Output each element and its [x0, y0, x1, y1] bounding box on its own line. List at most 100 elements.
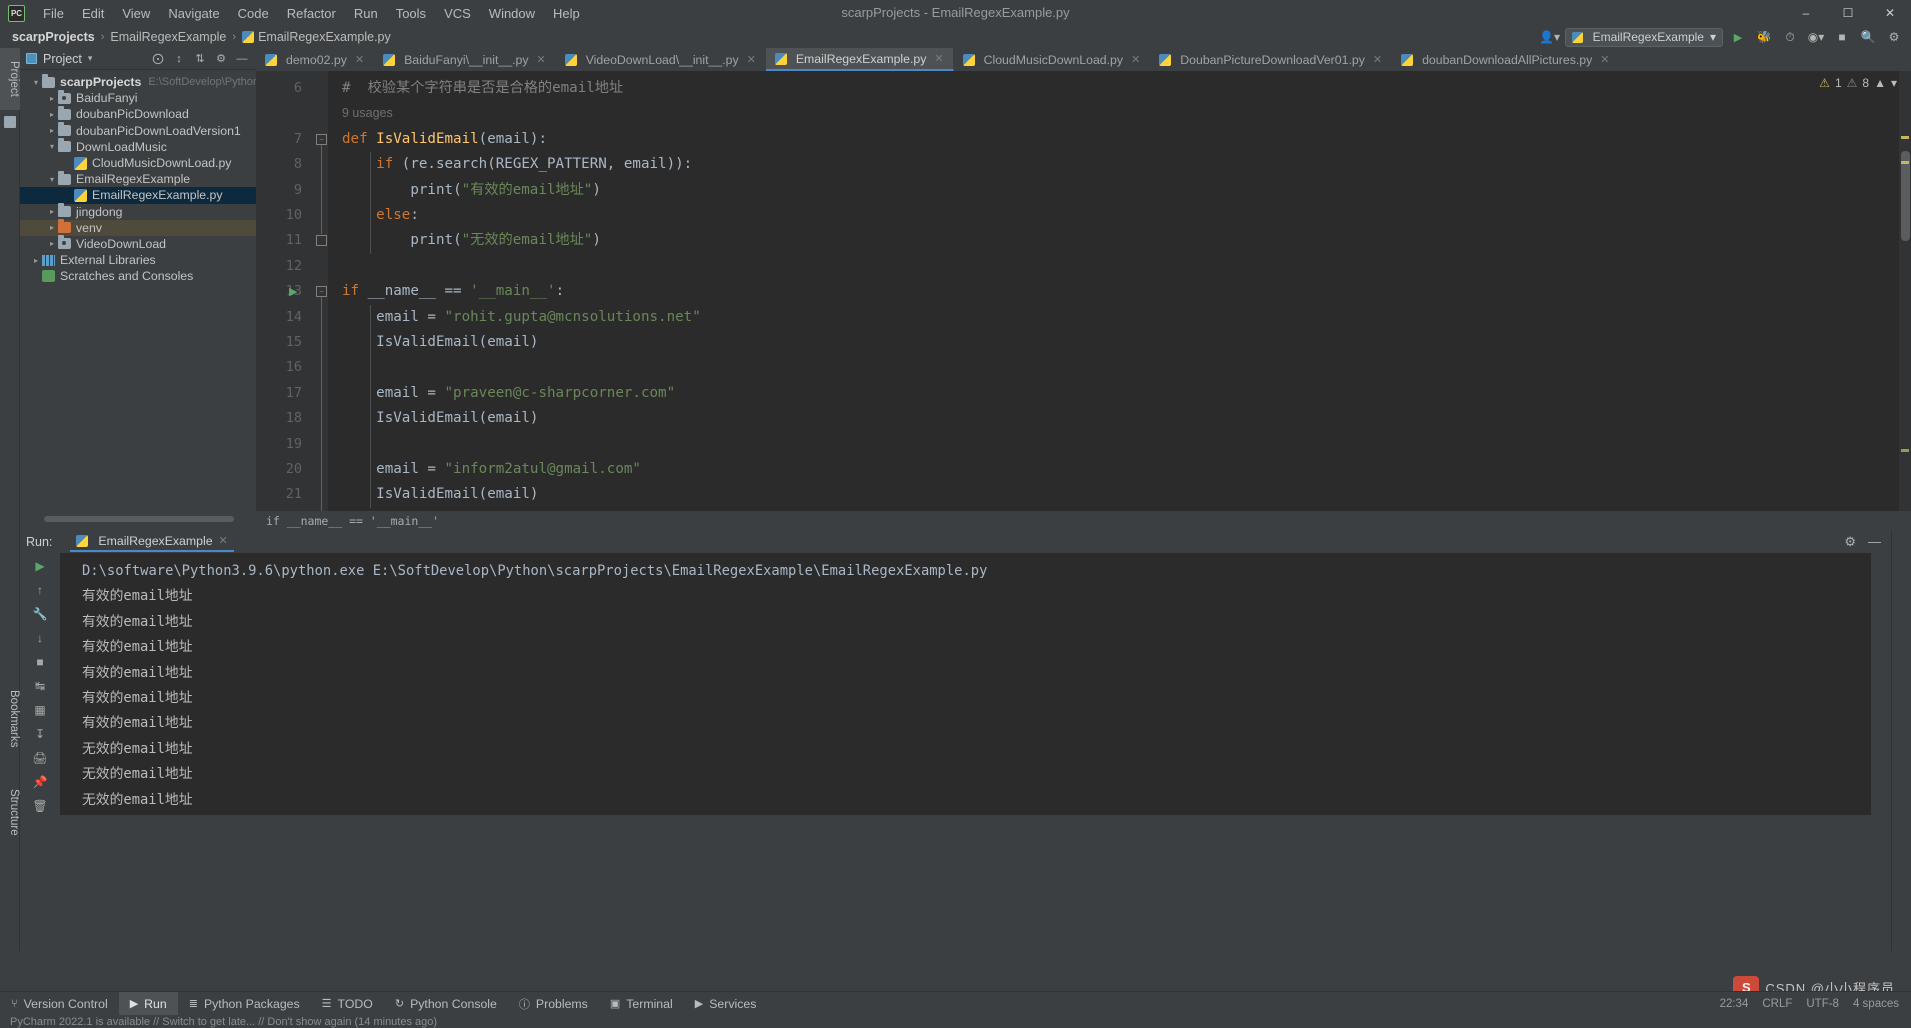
expand-arrow-icon[interactable]: ▸ — [30, 256, 42, 265]
menu-item-navigate[interactable]: Navigate — [160, 3, 227, 24]
close-icon[interactable]: ✕ — [1131, 53, 1140, 66]
menu-item-refactor[interactable]: Refactor — [279, 3, 344, 24]
status-bar-services[interactable]: ▶ Services — [684, 992, 768, 1016]
expand-arrow-icon[interactable]: ▾ — [30, 78, 42, 87]
up-icon[interactable]: ↑ — [28, 579, 52, 601]
status-bar-python-packages[interactable]: ≣ Python Packages — [178, 992, 311, 1016]
tree-item-doubanpicdownloadversion1[interactable]: ▸ doubanPicDownLoadVersion1 — [20, 122, 256, 139]
tree-item-emailregexexample[interactable]: ▾ EmailRegexExample — [20, 170, 256, 187]
gear-icon[interactable]: ⚙ — [214, 52, 228, 66]
settings-icon[interactable]: ⚙ — [1883, 27, 1905, 47]
minimize-icon[interactable]: — — [1868, 534, 1881, 549]
expand-all-icon[interactable]: ↕ — [172, 52, 186, 66]
maximize-button[interactable]: ☐ — [1827, 0, 1869, 26]
editor-tab-videodownload-init-py[interactable]: VideoDownLoad\__init__.py ✕ — [556, 48, 766, 71]
expand-arrow-icon[interactable]: ▸ — [46, 126, 58, 135]
status-bar-problems[interactable]: ⓘ Problems — [508, 992, 599, 1016]
menu-item-vcs[interactable]: VCS — [436, 3, 479, 24]
scroll-end-icon[interactable]: ↧ — [28, 723, 52, 745]
editor-tab-doubandownloadallpictures-py[interactable]: doubanDownloadAllPictures.py ✕ — [1392, 48, 1620, 71]
close-icon[interactable]: ✕ — [355, 53, 364, 66]
status-bar-info[interactable]: UTF-8 — [1806, 998, 1839, 1010]
editor-tab-emailregexexample-py[interactable]: EmailRegexExample.py ✕ — [765, 48, 954, 71]
status-bar-python-console[interactable]: ↻ Python Console — [384, 992, 508, 1016]
close-icon[interactable]: ✕ — [219, 534, 228, 547]
chevron-down-icon[interactable]: ▾ — [88, 53, 93, 64]
menu-item-edit[interactable]: Edit — [74, 3, 112, 24]
stop-icon[interactable]: ■ — [1831, 27, 1853, 47]
soft-wrap-icon[interactable]: ↹ — [28, 675, 52, 697]
expand-arrow-icon[interactable]: ▾ — [46, 175, 58, 184]
coverage-icon[interactable]: ◉▾ — [1805, 27, 1827, 47]
expand-arrow-icon[interactable]: ▸ — [46, 94, 58, 103]
expand-arrow-icon[interactable]: ▸ — [46, 223, 58, 232]
menu-item-window[interactable]: Window — [481, 3, 543, 24]
status-bar-version-control[interactable]: ⑂ Version Control — [0, 992, 119, 1016]
project-tree[interactable]: ▾ scarpProjects E:\SoftDevelop\Python\scar… — [20, 70, 256, 510]
breadcrumb-file[interactable]: EmailRegexExample.py — [258, 30, 391, 44]
pin-icon[interactable]: 📌 — [28, 771, 52, 793]
breadcrumb-folder[interactable]: EmailRegexExample — [110, 30, 226, 44]
run-tab-emailregexexample[interactable]: EmailRegexExample ✕ — [70, 531, 234, 552]
run-gutter-icon[interactable]: ▶ — [289, 285, 297, 298]
close-icon[interactable]: ✕ — [747, 53, 756, 66]
editor-tab-cloudmusicdownload-py[interactable]: CloudMusicDownLoad.py ✕ — [954, 48, 1151, 71]
warning-marker[interactable] — [1901, 161, 1909, 164]
tree-item-baidufanyi[interactable]: ▸ BaiduFanyi — [20, 89, 256, 106]
hide-icon[interactable]: — — [235, 52, 249, 66]
folder-icon[interactable] — [4, 116, 16, 128]
close-icon[interactable]: ✕ — [536, 53, 545, 66]
status-bar-run[interactable]: ▶ Run — [118, 991, 178, 1016]
editor-tab-baidufanyi-init-py[interactable]: BaiduFanyi\__init__.py ✕ — [374, 48, 556, 71]
close-icon[interactable]: ✕ — [934, 52, 943, 65]
rerun-icon[interactable]: ▶ — [28, 555, 52, 577]
trash-icon[interactable]: 🗑 — [28, 795, 52, 817]
status-bar-info[interactable]: CRLF — [1762, 998, 1792, 1010]
code-editor[interactable]: 6 7 8 9 10 11 12 13 14 15 16 17 18 19 20 21 # 校验某个字符串是否… — [256, 71, 1911, 526]
wrench-icon[interactable]: 🔧 — [28, 603, 52, 625]
user-icon[interactable]: 👤▾ — [1539, 27, 1561, 47]
print-icon[interactable]: 🖨 — [28, 747, 52, 769]
layout-icon[interactable]: ▦ — [28, 699, 52, 721]
collapse-all-icon[interactable]: ⇅ — [193, 52, 207, 66]
editor-tabs[interactable]: demo02.py ✕ BaiduFanyi\__init__.py ✕ VideoDo… — [256, 48, 1620, 71]
profile-icon[interactable]: ⏱ — [1779, 27, 1801, 47]
next-problem-icon[interactable]: ▾ — [1891, 76, 1897, 90]
fold-collapse-icon[interactable]: − — [316, 286, 327, 298]
run-console-output[interactable]: D:\software\Python3.9.6\python.exe E:\So… — [60, 553, 1871, 815]
warning-marker[interactable] — [1901, 136, 1909, 139]
editor-scroll-thumb[interactable] — [1901, 151, 1910, 241]
tree-item-external-libraries[interactable]: ▸ External Libraries — [20, 252, 256, 268]
debug-icon[interactable]: 🐝 — [1753, 27, 1775, 47]
tree-item-doubanpicdownload[interactable]: ▸ doubanPicDownload — [20, 105, 256, 122]
editor-scrollbar[interactable] — [1899, 71, 1911, 511]
menu-item-tools[interactable]: Tools — [388, 3, 434, 24]
sidebar-item-structure[interactable]: Structure — [0, 773, 20, 851]
expand-arrow-icon[interactable]: ▸ — [46, 207, 58, 216]
expand-arrow-icon[interactable]: ▸ — [46, 110, 58, 119]
tree-item-cloudmusicdownload-py[interactable]: CloudMusicDownLoad.py — [20, 155, 256, 171]
minimize-button[interactable]: – — [1785, 0, 1827, 26]
editor-tab-doubanpicturedownloadver01-py[interactable]: DoubanPictureDownloadVer01.py ✕ — [1150, 48, 1393, 71]
menu-item-help[interactable]: Help — [545, 3, 588, 24]
editor-gutter[interactable]: 6 7 8 9 10 11 12 13 14 15 16 17 18 19 20 21 — [256, 71, 314, 511]
status-bar-info[interactable]: 4 spaces — [1853, 998, 1899, 1010]
menu-item-run[interactable]: Run — [346, 3, 386, 24]
status-bar-todo[interactable]: ☰ TODO — [311, 992, 384, 1016]
fold-end-icon[interactable] — [316, 235, 327, 247]
project-horizontal-scrollbar[interactable] — [44, 516, 234, 522]
tree-item-venv[interactable]: ▸ venv — [20, 219, 256, 236]
tree-item-jingdong[interactable]: ▸ jingdong — [20, 203, 256, 220]
sidebar-item-project[interactable]: Project — [0, 48, 20, 110]
gear-icon[interactable]: ⚙ — [1844, 534, 1856, 550]
close-icon[interactable]: ✕ — [1373, 53, 1382, 66]
tree-item-scratches-and-consoles[interactable]: Scratches and Consoles — [20, 268, 256, 284]
breadcrumb-project[interactable]: scarpProjects — [12, 30, 95, 44]
editor-code-area[interactable]: # 校验某个字符串是否是合格的email地址 9 usages def IsVali… — [328, 71, 1911, 511]
close-icon[interactable]: ✕ — [1600, 53, 1609, 66]
run-icon[interactable]: ▶ — [1727, 27, 1749, 47]
menu-item-file[interactable]: File — [35, 3, 72, 24]
editor-breadcrumb[interactable]: if __name__ == '__main__' — [256, 511, 1911, 530]
close-button[interactable]: ✕ — [1869, 0, 1911, 26]
tree-item-videodownload[interactable]: ▸ VideoDownLoad — [20, 235, 256, 252]
